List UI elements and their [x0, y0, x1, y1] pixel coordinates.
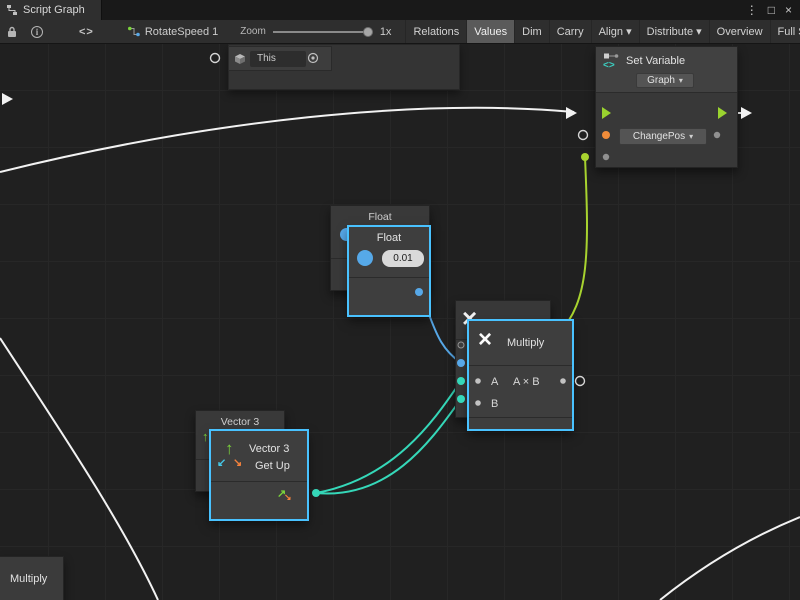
set-variable-node[interactable]: <> Set Variable Graph ▾ ChangePos ▾: [595, 46, 738, 168]
multiply-node[interactable]: × Multiply A A × B B: [468, 320, 573, 430]
port-b-label: B: [491, 398, 498, 410]
variable-scope-value: Graph: [647, 75, 675, 86]
code-icon: <>: [79, 26, 94, 38]
tab-title: Script Graph: [23, 4, 85, 16]
divider: [349, 277, 429, 278]
maximize-icon[interactable]: □: [768, 4, 775, 16]
vector3-title: Vector 3: [249, 443, 289, 455]
zoom-value: 1x: [380, 26, 392, 38]
svg-text:<>: <>: [603, 60, 615, 70]
port-result-label: A × B: [513, 376, 540, 388]
vector3-back-title: Vector 3: [196, 411, 284, 428]
align-button[interactable]: Align ▾: [591, 20, 639, 44]
graph-toolbar: i <> RotateSpeed 1 Zoom 1x Relations Val…: [0, 20, 800, 44]
fullscreen-button[interactable]: Full Screen: [770, 20, 800, 44]
vector3-icon: ↑ ↙ ↘: [217, 441, 247, 475]
lock-button[interactable]: [0, 20, 24, 44]
down-right-arrow-icon: ↘: [284, 492, 292, 503]
vector3-icon: ↑: [202, 429, 209, 444]
toolbar-buttons: Relations Values Dim Carry Align ▾ Distr…: [405, 20, 800, 44]
zoom-label: Zoom: [240, 26, 266, 37]
divider: [469, 365, 572, 366]
port-a-label: A: [491, 376, 498, 388]
graph-name: RotateSpeed 1: [145, 26, 218, 38]
down-right-arrow-icon: ↘: [233, 456, 242, 469]
values-button[interactable]: Values: [466, 20, 514, 44]
edit-code-button[interactable]: <>: [72, 20, 101, 44]
set-variable-title: Set Variable: [626, 55, 685, 67]
graph-unit-icon: [127, 25, 140, 38]
down-left-arrow-icon: ↙: [217, 456, 226, 469]
vector3-subtitle: Get Up: [255, 460, 290, 472]
multiply-node-corner[interactable]: Multiply: [0, 556, 64, 600]
title-bar: Script Graph ⋮ □ ×: [0, 0, 800, 20]
lock-icon: [7, 26, 17, 38]
this-label: This: [250, 51, 306, 67]
chevron-down-icon: ▾: [679, 76, 683, 85]
tab-script-graph[interactable]: Script Graph: [0, 0, 102, 20]
zoom-slider-fill: [273, 31, 367, 33]
relations-button[interactable]: Relations: [405, 20, 466, 44]
float-back-title: Float: [331, 206, 429, 223]
info-button[interactable]: i: [24, 20, 50, 44]
this-node[interactable]: This: [228, 46, 332, 71]
variable-name-dropdown[interactable]: ChangePos ▾: [619, 128, 707, 145]
close-icon[interactable]: ×: [785, 4, 792, 16]
script-graph-window: Script Graph ⋮ □ × i <> Rotate: [0, 0, 800, 600]
multiply-corner-title: Multiply: [10, 573, 47, 585]
overview-button[interactable]: Overview: [709, 20, 770, 44]
multiply-title: Multiply: [507, 337, 544, 349]
float-node[interactable]: Float 0.01: [348, 226, 430, 316]
float-title: Float: [349, 227, 429, 244]
vector3-output-icon: ↗ ↘: [277, 489, 293, 503]
chevron-down-icon: ▾: [689, 132, 693, 141]
zoom-slider-knob[interactable]: [363, 27, 373, 37]
divider: [469, 417, 572, 418]
float-value-field[interactable]: 0.01: [382, 250, 424, 267]
dim-button[interactable]: Dim: [514, 20, 549, 44]
window-menu-icon[interactable]: ⋮: [746, 4, 758, 16]
divider: [211, 481, 307, 482]
multiply-icon: ×: [478, 326, 492, 354]
variable-icon: <>: [603, 52, 621, 70]
cube-icon: [234, 53, 246, 65]
carry-button[interactable]: Carry: [549, 20, 591, 44]
set-variable-header: <> Set Variable Graph ▾: [596, 47, 737, 93]
float-icon: [357, 250, 373, 266]
distribute-button[interactable]: Distribute ▾: [639, 20, 709, 44]
variable-scope-dropdown[interactable]: Graph ▾: [636, 73, 694, 88]
vector3-get-up-node[interactable]: ↑ ↙ ↘ Vector 3 Get Up ↗ ↘: [210, 430, 308, 520]
variable-name-value: ChangePos: [633, 131, 685, 142]
zoom-slider[interactable]: [273, 31, 373, 33]
script-graph-icon: [6, 4, 18, 16]
info-icon: i: [31, 26, 43, 38]
graph-breadcrumb[interactable]: RotateSpeed 1: [127, 25, 218, 38]
